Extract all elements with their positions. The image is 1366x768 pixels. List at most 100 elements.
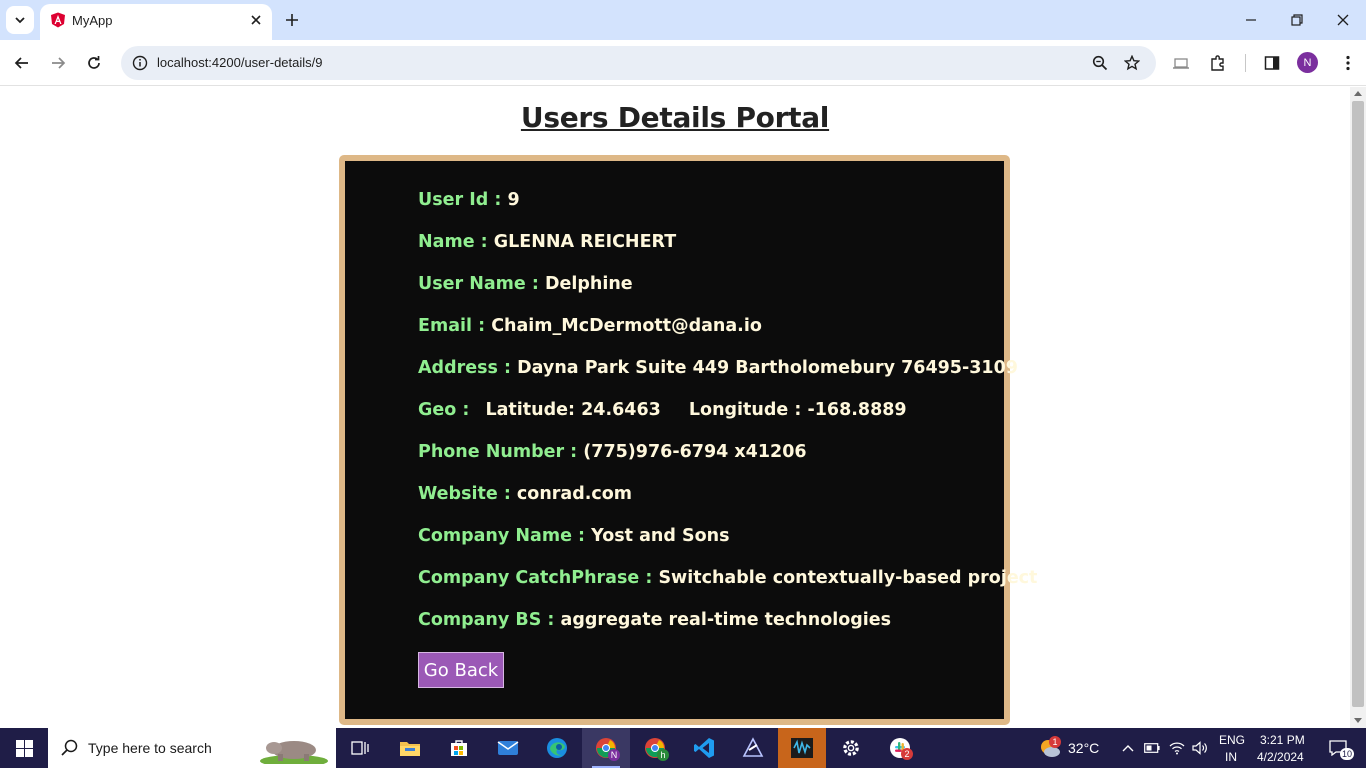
restore-button[interactable]	[1283, 8, 1311, 32]
field-label: Company BS :	[418, 610, 555, 630]
field-label: Company Name :	[418, 526, 586, 546]
field-value: Switchable contextually-based project	[658, 568, 1038, 588]
field-label: Address :	[418, 358, 512, 378]
chrome-profile-badge: N	[608, 749, 620, 761]
edge-button[interactable]	[533, 728, 581, 768]
scrollbar-thumb[interactable]	[1352, 101, 1364, 707]
side-panel-button[interactable]	[1260, 51, 1284, 75]
taskbar-search[interactable]: Type here to search	[48, 728, 336, 768]
field-label: Website :	[418, 484, 511, 504]
extensions-button[interactable]	[1206, 51, 1230, 75]
slack-notification-badge: 2	[901, 748, 913, 760]
arrow-left-icon	[14, 57, 28, 69]
field-label: Phone Number :	[418, 442, 578, 462]
vscode-button[interactable]	[680, 728, 728, 768]
field-geo: Geo : Latitude: 24.6463 Longitude : -168…	[418, 398, 1037, 440]
field-label: User Name :	[418, 274, 539, 294]
weather-temperature[interactable]: 32°C	[1068, 740, 1099, 756]
notification-center-button[interactable]: 10	[1318, 728, 1358, 768]
page-viewport: Users Details Portal User Id : 9 Name : …	[0, 87, 1350, 728]
speaker-icon	[1192, 741, 1207, 755]
scroll-up-arrow-icon[interactable]	[1354, 91, 1362, 96]
task-view-icon	[351, 741, 369, 755]
folder-icon	[400, 742, 420, 756]
plus-icon	[286, 14, 298, 26]
volume-indicator[interactable]	[1189, 728, 1211, 768]
edge-icon	[547, 738, 567, 758]
search-placeholder: Type here to search	[88, 740, 212, 756]
restore-icon	[1291, 14, 1303, 26]
clock-time[interactable]: 3:21 PM	[1260, 733, 1305, 747]
language-indicator[interactable]: ENG	[1219, 733, 1245, 747]
page-title: Users Details Portal	[520, 101, 830, 134]
battery-indicator[interactable]	[1141, 728, 1163, 768]
browser-tab[interactable]: MyApp	[40, 4, 272, 40]
microsoft-store-button[interactable]	[435, 728, 483, 768]
mail-button[interactable]	[484, 728, 532, 768]
field-value: Delphine	[544, 274, 633, 294]
profile-avatar[interactable]: N	[1297, 52, 1318, 73]
url-text[interactable]: localhost:4200/user-details/9	[157, 55, 323, 70]
field-value: Chaim_McDermott@dana.io	[491, 316, 762, 336]
new-tab-button[interactable]	[282, 8, 302, 32]
tab-close-button[interactable]	[248, 12, 264, 28]
mail-icon	[497, 741, 519, 755]
browser-menu-button[interactable]	[1336, 51, 1360, 75]
site-info-button[interactable]	[129, 52, 151, 74]
puzzle-icon	[1211, 55, 1224, 71]
taskbar: Type here to search N h 2 1 32°C ENG IN …	[0, 728, 1366, 768]
star-icon	[1124, 55, 1140, 71]
bookmark-button[interactable]	[1121, 52, 1143, 74]
chevron-down-icon	[15, 17, 25, 24]
zoom-button[interactable]	[1089, 52, 1111, 74]
browser-tab-strip: MyApp	[0, 0, 1366, 40]
scroll-down-arrow-icon[interactable]	[1354, 718, 1362, 723]
minimize-icon	[1246, 19, 1256, 21]
field-label: Name :	[418, 232, 488, 252]
weather-widget[interactable]: 1	[1030, 728, 1070, 768]
field-value: Dayna Park Suite 449 Bartholomebury 7649…	[517, 358, 1018, 378]
audio-app-button[interactable]	[778, 728, 826, 768]
close-window-button[interactable]	[1329, 8, 1357, 32]
user-details-list: User Id : 9 Name : GLENNA REICHERT User …	[418, 188, 1037, 650]
field-company-bs: Company BS : aggregate real-time technol…	[418, 608, 1037, 650]
battery-icon	[1144, 743, 1160, 753]
field-label: Company CatchPhrase :	[418, 568, 653, 588]
settings-button[interactable]	[827, 728, 875, 768]
field-label: Geo :	[418, 400, 470, 420]
go-back-button[interactable]: Go Back	[418, 652, 504, 688]
task-view-button[interactable]	[336, 728, 384, 768]
field-website: Website : conrad.com	[418, 482, 1037, 524]
tab-title: MyApp	[72, 13, 113, 28]
reload-button[interactable]	[80, 49, 108, 77]
forward-button[interactable]	[44, 49, 72, 77]
weather-alert-badge: 1	[1049, 736, 1061, 748]
back-button[interactable]	[8, 49, 36, 77]
page-scrollbar[interactable]	[1350, 87, 1366, 728]
notification-count-badge: 10	[1340, 748, 1355, 760]
tab-search-button[interactable]	[6, 6, 34, 34]
file-explorer-button[interactable]	[386, 728, 434, 768]
field-username: User Name : Delphine	[418, 272, 1037, 314]
chrome-profile-h-button[interactable]: h	[631, 728, 679, 768]
address-bar[interactable]: localhost:4200/user-details/9	[121, 46, 1156, 80]
language-region: IN	[1225, 750, 1237, 764]
toolbar-separator	[1245, 54, 1246, 72]
field-value: 9	[507, 190, 520, 210]
wifi-indicator[interactable]	[1166, 728, 1188, 768]
laptop-icon	[1173, 58, 1189, 69]
chrome-profile-n-button[interactable]: N	[582, 728, 630, 768]
start-button[interactable]	[0, 728, 48, 768]
field-address: Address : Dayna Park Suite 449 Bartholom…	[418, 356, 1037, 398]
vscode-icon	[694, 738, 714, 758]
chevron-up-icon	[1122, 745, 1134, 752]
wifi-icon	[1169, 742, 1185, 755]
cast-button[interactable]	[1169, 51, 1193, 75]
minimize-button[interactable]	[1237, 8, 1265, 32]
waveform-icon	[791, 738, 813, 758]
slack-button[interactable]: 2	[876, 728, 924, 768]
show-hidden-icons-button[interactable]	[1118, 728, 1138, 768]
arrow-right-icon	[52, 57, 66, 69]
search-highlight-hippo-icon	[260, 741, 328, 764]
drawing-app-button[interactable]	[729, 728, 777, 768]
